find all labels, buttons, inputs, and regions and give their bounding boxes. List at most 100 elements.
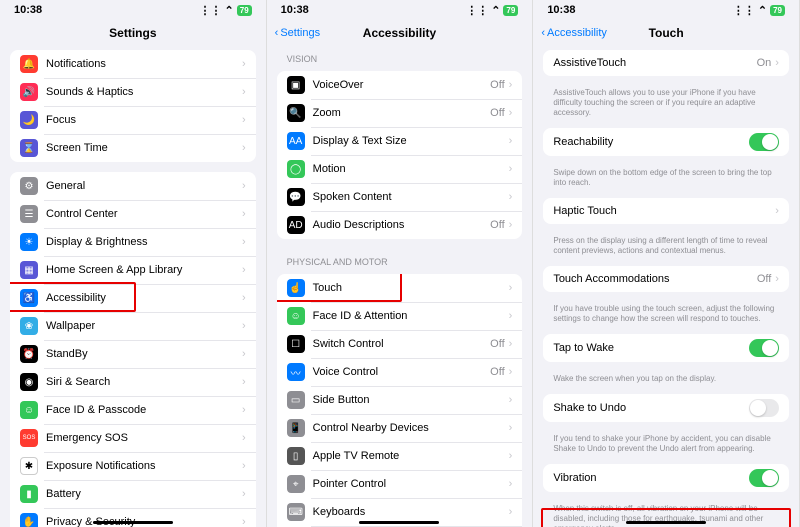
list-item[interactable]: ❀Wallpaper› — [10, 312, 256, 340]
content-scroll[interactable]: VISION ▣VoiceOverOff›🔍ZoomOff›AADisplay … — [267, 46, 533, 527]
home-indicator[interactable] — [93, 521, 173, 524]
chevron-right-icon: › — [242, 292, 246, 304]
list-item[interactable]: ⚙General› — [10, 172, 256, 200]
footer-text: AssistiveTouch allows you to use your iP… — [533, 86, 799, 124]
home-indicator[interactable] — [626, 521, 706, 524]
exposure-icon: ✱ — [20, 457, 38, 475]
list-item[interactable]: AADisplay & Text Size› — [277, 127, 523, 155]
list-item[interactable]: 🔔Notifications› — [10, 50, 256, 78]
list-item[interactable]: ▦Home Screen & App Library› — [10, 256, 256, 284]
chevron-right-icon: › — [509, 366, 513, 378]
row-detail: Off — [490, 366, 504, 378]
list-item[interactable]: ADAudio DescriptionsOff› — [277, 211, 523, 239]
list-item[interactable]: ☺Face ID & Passcode› — [10, 396, 256, 424]
list-item[interactable]: ▣VoiceOverOff› — [277, 71, 523, 99]
status-icons: ⋮⋮ ⌃ 79 — [200, 4, 252, 17]
list-item[interactable]: ⌛Screen Time› — [10, 134, 256, 162]
list-item[interactable]: Reachability — [543, 128, 789, 156]
chevron-right-icon: › — [509, 219, 513, 231]
list-item[interactable]: Shake to Undo — [543, 394, 789, 422]
toggle-switch[interactable] — [749, 399, 779, 417]
list-item[interactable]: ☰Control Center› — [10, 200, 256, 228]
chevron-right-icon: › — [509, 282, 513, 294]
list-item[interactable]: ⌖Pointer Control› — [277, 470, 523, 498]
list-item[interactable]: 🔊Sounds & Haptics› — [10, 78, 256, 106]
list-item[interactable]: ☺Face ID & Attention› — [277, 302, 523, 330]
row-label: Display & Brightness — [46, 236, 242, 248]
chevron-right-icon: › — [509, 422, 513, 434]
list-item[interactable]: Vibration — [543, 464, 789, 492]
list-item[interactable]: SOSEmergency SOS› — [10, 424, 256, 452]
list-item[interactable]: ☐Switch ControlOff› — [277, 330, 523, 358]
switches-icon: ☰ — [20, 205, 38, 223]
list-item[interactable]: 💬Spoken Content› — [277, 183, 523, 211]
chevron-right-icon: › — [242, 180, 246, 192]
row-label: Touch Accommodations — [553, 273, 757, 285]
list-item[interactable]: AssistiveTouchOn› — [543, 50, 789, 76]
list-item[interactable]: ⏰StandBy› — [10, 340, 256, 368]
back-button[interactable]: ‹ Settings — [275, 20, 320, 46]
list-item[interactable]: ☝Touch› — [277, 274, 523, 302]
content-scroll[interactable]: 🔔Notifications›🔊Sounds & Haptics›🌙Focus›… — [0, 46, 266, 527]
chevron-right-icon: › — [242, 348, 246, 360]
battery-icon: 79 — [237, 5, 252, 16]
chevron-right-icon: › — [242, 488, 246, 500]
toggle-switch[interactable] — [749, 339, 779, 357]
speech-icon: 💬 — [287, 188, 305, 206]
chevron-right-icon: › — [509, 163, 513, 175]
statusbar: 10:38 ⋮⋮ ⌃ 79 — [0, 0, 266, 20]
row-label: Haptic Touch — [553, 205, 775, 217]
chevron-right-icon: › — [242, 142, 246, 154]
switchctrl-icon: ☐ — [287, 335, 305, 353]
list-item[interactable]: ☀Display & Brightness› — [10, 228, 256, 256]
wifi-icon: ⌃ — [758, 4, 767, 17]
list-item[interactable]: ▮Battery› — [10, 480, 256, 508]
chevron-right-icon: › — [509, 506, 513, 518]
faceid-icon: ☺ — [20, 401, 38, 419]
list-item[interactable]: ✋Privacy & Security› — [10, 508, 256, 527]
chevron-left-icon: ‹ — [541, 27, 545, 39]
list-item[interactable]: Haptic Touch› — [543, 198, 789, 224]
chevron-right-icon: › — [509, 450, 513, 462]
textsize-icon: AA — [287, 132, 305, 150]
list-item[interactable]: 📱Control Nearby Devices› — [277, 414, 523, 442]
battery-icon: 79 — [770, 5, 785, 16]
row-label: Control Nearby Devices — [313, 422, 509, 434]
motion-icon: ◯ — [287, 160, 305, 178]
row-label: VoiceOver — [313, 79, 491, 91]
row-label: Emergency SOS — [46, 432, 242, 444]
footer-text: If you tend to shake your iPhone by acci… — [533, 432, 799, 460]
chevron-right-icon: › — [242, 236, 246, 248]
back-button[interactable]: ‹ Accessibility — [541, 20, 607, 46]
row-detail: Off — [490, 219, 504, 231]
chevron-right-icon: › — [509, 107, 513, 119]
appletv-icon: ▯ — [287, 447, 305, 465]
list-item[interactable]: 🌙Focus› — [10, 106, 256, 134]
list-item[interactable]: Tap to Wake — [543, 334, 789, 362]
page-title: Touch — [649, 26, 684, 40]
list-item[interactable]: ◉Siri & Search› — [10, 368, 256, 396]
list-item[interactable]: ✱Exposure Notifications› — [10, 452, 256, 480]
chevron-right-icon: › — [242, 264, 246, 276]
list-item[interactable]: 🔍ZoomOff› — [277, 99, 523, 127]
footer-text: If you have trouble using the touch scre… — [533, 302, 799, 330]
toggle-switch[interactable] — [749, 133, 779, 151]
list-item[interactable]: 〰Voice ControlOff› — [277, 358, 523, 386]
row-label: Touch — [313, 282, 509, 294]
list-item[interactable]: ▯Apple TV Remote› — [277, 442, 523, 470]
row-label: Home Screen & App Library — [46, 264, 242, 276]
list-item[interactable]: Touch AccommodationsOff› — [543, 266, 789, 292]
list-item[interactable]: ◯Motion› — [277, 155, 523, 183]
list-item[interactable]: ▭Side Button› — [277, 386, 523, 414]
chevron-right-icon: › — [242, 58, 246, 70]
accessibility-screen: 10:38 ⋮⋮ ⌃ 79 ‹ Settings Accessibility V… — [267, 0, 534, 527]
row-label: Focus — [46, 114, 242, 126]
chevron-right-icon: › — [242, 208, 246, 220]
home-indicator[interactable] — [359, 521, 439, 524]
settings-screen: 10:38 ⋮⋮ ⌃ 79 Settings 🔔Notifications›🔊S… — [0, 0, 267, 527]
content-scroll[interactable]: AssistiveTouchOn› AssistiveTouch allows y… — [533, 46, 799, 527]
hourglass-icon: ⌛ — [20, 139, 38, 157]
list-item[interactable]: ♿Accessibility› — [10, 284, 256, 312]
voicectrl-icon: 〰 — [287, 363, 305, 381]
toggle-switch[interactable] — [749, 469, 779, 487]
